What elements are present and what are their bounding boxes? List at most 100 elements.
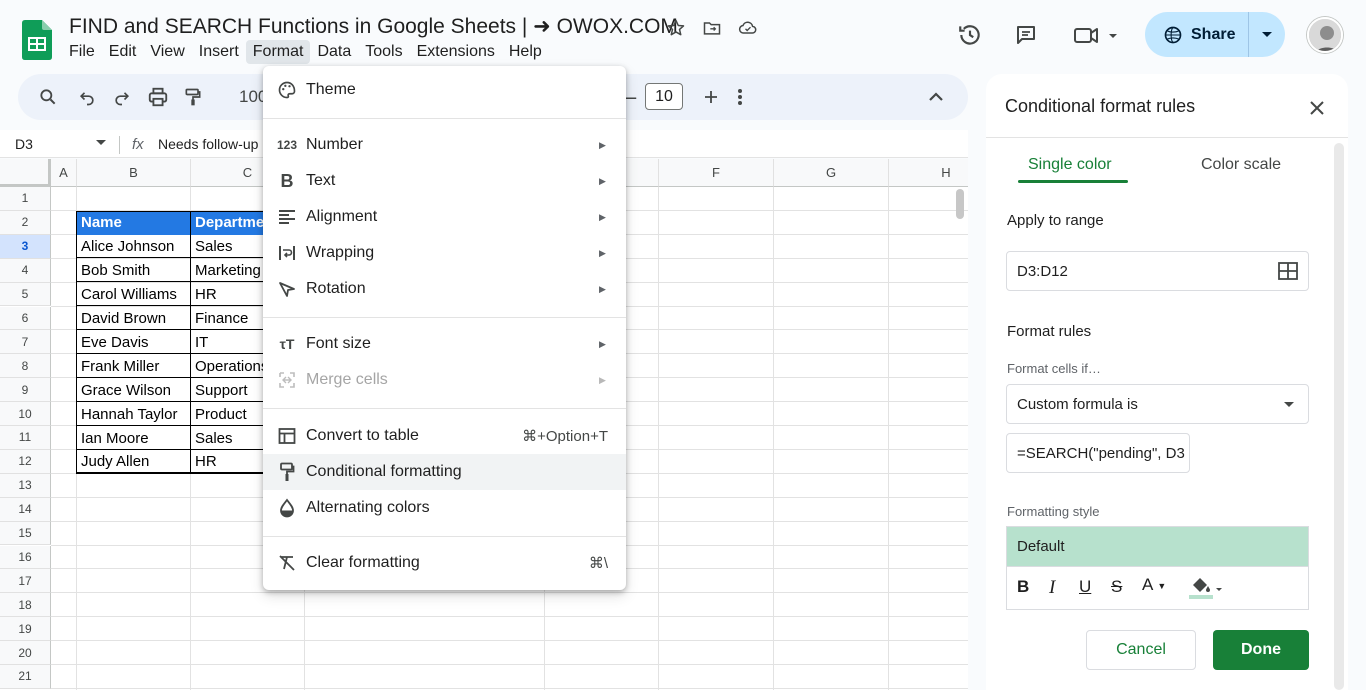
font-size-icon: τT <box>279 336 295 352</box>
row-header[interactable]: 21 <box>0 665 51 689</box>
row-header[interactable]: 14 <box>0 497 51 522</box>
italic-icon[interactable]: I <box>1049 577 1055 599</box>
row-header[interactable]: 15 <box>0 521 51 546</box>
select-all-corner[interactable] <box>0 159 51 187</box>
text-color-icon[interactable]: A ▼ <box>1142 575 1166 595</box>
row-header[interactable]: 16 <box>0 545 51 570</box>
name-box[interactable]: D3 <box>15 136 33 152</box>
undo-icon[interactable] <box>75 85 99 109</box>
menu-insert[interactable]: Insert <box>192 40 246 64</box>
menu-item-rotation[interactable]: Rotation ▶ <box>263 271 626 307</box>
row-header[interactable]: 17 <box>0 569 51 594</box>
menu-item-alignment-label: Alignment <box>306 208 378 225</box>
underline-icon[interactable]: U <box>1079 577 1091 597</box>
grid-row-line <box>51 687 968 689</box>
row-header[interactable]: 20 <box>0 641 51 665</box>
fill-color-icon[interactable] <box>1189 575 1223 606</box>
select-range-grid-icon[interactable] <box>1278 262 1298 280</box>
bold-icon[interactable]: B <box>1017 577 1029 597</box>
menu-tools[interactable]: Tools <box>358 40 409 64</box>
menu-item-clear-formatting[interactable]: Clear formatting ⌘\ <box>263 545 626 581</box>
column-header-h[interactable]: H <box>889 159 968 187</box>
star-icon[interactable] <box>664 16 688 40</box>
menu-file[interactable]: File <box>62 40 102 64</box>
menu-item-font-size-label: Font size <box>306 335 371 352</box>
meet-call-icon[interactable] <box>1073 22 1121 48</box>
increase-font-size-icon[interactable] <box>699 85 723 109</box>
move-to-folder-icon[interactable] <box>700 16 724 40</box>
align-left-icon <box>276 206 298 228</box>
row-header[interactable]: 10 <box>0 402 51 426</box>
menu-format[interactable]: Format <box>245 40 311 64</box>
menu-view[interactable]: View <box>143 40 191 64</box>
comments-icon[interactable] <box>1013 22 1039 48</box>
panel-scrollbar[interactable] <box>1334 143 1344 690</box>
row-header[interactable]: 11 <box>0 426 51 450</box>
row-header[interactable]: 4 <box>0 258 51 283</box>
menu-item-wrapping[interactable]: Wrapping ▶ <box>263 235 626 271</box>
row-header[interactable]: 9 <box>0 378 51 403</box>
menu-item-convert-to-table[interactable]: Convert to table ⌘+Option+T <box>263 418 626 454</box>
close-icon[interactable] <box>1306 97 1328 119</box>
name-box-caret-icon[interactable] <box>96 140 106 146</box>
menu-separator <box>263 317 626 318</box>
document-title[interactable]: FIND and SEARCH Functions in Google Shee… <box>69 14 678 39</box>
row-header[interactable]: 8 <box>0 354 51 379</box>
grid-row-line <box>51 664 968 665</box>
menu-help[interactable]: Help <box>502 40 549 64</box>
redo-icon[interactable] <box>110 85 134 109</box>
row-header[interactable]: 3 <box>0 234 51 259</box>
row-header[interactable]: 5 <box>0 282 51 307</box>
menu-item-alternating-colors[interactable]: Alternating colors <box>263 490 626 526</box>
column-header-a[interactable]: A <box>51 159 77 187</box>
custom-formula-input[interactable]: =SEARCH("pending", D3 <box>1006 433 1190 473</box>
more-options-icon[interactable] <box>728 85 752 109</box>
formula-input[interactable]: Needs follow-up <box>158 136 258 152</box>
condition-select[interactable]: Custom formula is <box>1006 384 1309 424</box>
sheets-logo-icon[interactable] <box>22 20 52 60</box>
tab-single-color[interactable]: Single color <box>1028 156 1112 174</box>
column-header-f[interactable]: F <box>659 159 774 187</box>
paint-format-icon[interactable] <box>181 85 205 109</box>
menu-item-theme[interactable]: Theme <box>263 72 626 108</box>
menu-item-text[interactable]: B Text ▶ <box>263 163 626 199</box>
cancel-button[interactable]: Cancel <box>1086 630 1196 670</box>
strikethrough-icon[interactable]: S <box>1111 577 1122 597</box>
row-header[interactable]: 19 <box>0 617 51 642</box>
menu-data[interactable]: Data <box>310 40 358 64</box>
row-header[interactable]: 12 <box>0 449 51 474</box>
row-header[interactable]: 13 <box>0 473 51 498</box>
style-preview-default[interactable]: Default <box>1006 526 1309 566</box>
menu-item-alignment[interactable]: Alignment ▶ <box>263 199 626 235</box>
menu-item-font-size[interactable]: τT Font size ▶ <box>263 326 626 362</box>
menu-item-conditional-formatting[interactable]: Conditional formatting <box>263 454 626 490</box>
submenu-arrow-icon: ▶ <box>599 374 606 385</box>
print-icon[interactable] <box>146 85 170 109</box>
column-header-g[interactable]: G <box>774 159 889 187</box>
row-header[interactable]: 2 <box>0 210 51 235</box>
menu-item-clear-formatting-label: Clear formatting <box>306 554 420 571</box>
collapse-menus-icon[interactable] <box>924 85 948 109</box>
tab-color-scale[interactable]: Color scale <box>1201 156 1281 174</box>
font-size-input[interactable]: 10 <box>645 83 683 110</box>
avatar[interactable] <box>1307 17 1343 53</box>
menu-edit[interactable]: Edit <box>102 40 144 64</box>
vertical-scrollbar[interactable] <box>956 189 964 219</box>
row-header[interactable]: 1 <box>0 187 51 211</box>
column-header-b[interactable]: B <box>77 159 191 187</box>
version-history-icon[interactable] <box>957 22 983 48</box>
row-header[interactable]: 6 <box>0 306 51 331</box>
menu-extensions[interactable]: Extensions <box>410 40 502 64</box>
shortcut-clear-formatting: ⌘\ <box>588 555 608 572</box>
menu-item-merge-cells[interactable]: Merge cells ▶ <box>263 362 626 398</box>
done-button[interactable]: Done <box>1213 630 1309 670</box>
row-header[interactable]: 7 <box>0 330 51 355</box>
share-button[interactable]: Share <box>1145 12 1285 57</box>
row-header[interactable]: 18 <box>0 593 51 618</box>
range-input[interactable]: D3:D12 <box>1006 251 1309 291</box>
search-menus-icon[interactable] <box>36 85 60 109</box>
formatting-style-label: Formatting style <box>1007 504 1100 519</box>
menu-item-number[interactable]: 123 Number ▶ <box>263 127 626 163</box>
cloud-status-icon[interactable] <box>736 16 760 40</box>
share-dropdown-icon[interactable] <box>1249 12 1285 57</box>
